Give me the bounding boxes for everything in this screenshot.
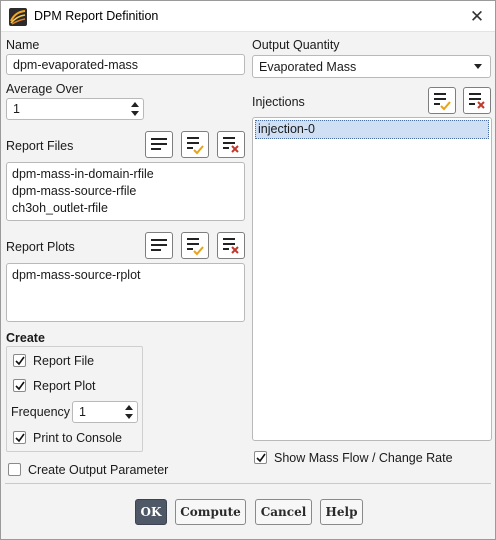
output-quantity-dropdown[interactable]: Evaporated Mass [252, 55, 491, 78]
compute-button[interactable]: Compute [175, 499, 246, 525]
list-item[interactable]: dpm-mass-in-domain-rfile [12, 166, 239, 183]
injections-list[interactable]: injection-0 [252, 117, 492, 441]
cancel-button[interactable]: Cancel [255, 499, 312, 525]
report-files-select-all-button[interactable] [145, 131, 173, 158]
output-quantity-label: Output Quantity [252, 38, 340, 52]
list-check-icon [187, 137, 204, 155]
list-item[interactable]: dpm-mass-source-rfile [12, 183, 239, 200]
injections-check-button[interactable] [428, 87, 456, 114]
close-icon[interactable]: ✕ [465, 5, 489, 29]
list-item[interactable]: dpm-mass-source-rplot [12, 267, 239, 284]
dpm-report-definition-dialog: DPM Report Definition ✕ Name dpm-evapora… [0, 0, 496, 540]
injections-label: Injections [252, 95, 305, 109]
checkmark-icon [15, 381, 25, 391]
print-to-console-label: Print to Console [33, 431, 122, 445]
spin-down-icon[interactable] [125, 414, 133, 419]
spin-down-icon[interactable] [131, 111, 139, 116]
name-input[interactable]: dpm-evaporated-mass [6, 54, 245, 75]
checkmark-icon [15, 356, 25, 366]
report-plots-label: Report Plots [6, 240, 75, 254]
fluent-app-icon [9, 8, 27, 26]
create-output-parameter-label: Create Output Parameter [28, 463, 169, 477]
list-icon [151, 138, 167, 150]
create-output-parameter-checkbox[interactable] [8, 463, 21, 476]
frequency-value: 1 [79, 405, 86, 419]
help-button[interactable]: Help [320, 499, 363, 525]
frequency-label: Frequency [11, 405, 71, 419]
average-over-value: 1 [13, 102, 20, 116]
frequency-spinner[interactable]: 1 [72, 401, 138, 423]
list-clear-icon [223, 238, 239, 254]
spin-up-icon[interactable] [131, 102, 139, 107]
report-file-checkbox[interactable] [13, 354, 26, 367]
report-files-list[interactable]: dpm-mass-in-domain-rfile dpm-mass-source… [6, 162, 245, 221]
ok-button[interactable]: OK [135, 499, 167, 525]
report-plot-checkbox[interactable] [13, 379, 26, 392]
window-title: DPM Report Definition [34, 9, 159, 23]
injections-clear-button[interactable] [463, 87, 491, 114]
average-over-spinner[interactable]: 1 [6, 98, 144, 120]
report-files-clear-button[interactable] [217, 131, 245, 158]
report-plots-check-button[interactable] [181, 232, 209, 259]
average-over-label: Average Over [6, 82, 83, 96]
list-clear-icon [223, 137, 239, 153]
print-to-console-checkbox[interactable] [13, 431, 26, 444]
spin-up-icon[interactable] [125, 405, 133, 410]
list-item[interactable]: injection-0 [255, 120, 489, 139]
report-files-check-button[interactable] [181, 131, 209, 158]
list-clear-icon [469, 93, 485, 109]
list-item[interactable]: ch3oh_outlet-rfile [12, 200, 239, 217]
report-plots-select-all-button[interactable] [145, 232, 173, 259]
show-mass-flow-checkbox[interactable] [254, 451, 267, 464]
checkmark-icon [256, 453, 266, 463]
checkmark-icon [15, 433, 25, 443]
create-group-label: Create [6, 331, 45, 345]
show-mass-flow-label: Show Mass Flow / Change Rate [274, 451, 453, 465]
list-check-icon [434, 93, 451, 111]
report-plots-list[interactable]: dpm-mass-source-rplot [6, 263, 245, 322]
report-file-label: Report File [33, 354, 95, 368]
list-check-icon [187, 238, 204, 256]
report-plots-clear-button[interactable] [217, 232, 245, 259]
list-icon [151, 239, 167, 251]
report-files-label: Report Files [6, 139, 74, 153]
report-plot-label: Report Plot [33, 379, 96, 393]
title-bar: DPM Report Definition ✕ [1, 1, 495, 32]
chevron-down-icon [474, 64, 482, 69]
name-label: Name [6, 38, 40, 52]
button-separator [5, 483, 491, 484]
output-quantity-value: Evaporated Mass [259, 60, 357, 74]
